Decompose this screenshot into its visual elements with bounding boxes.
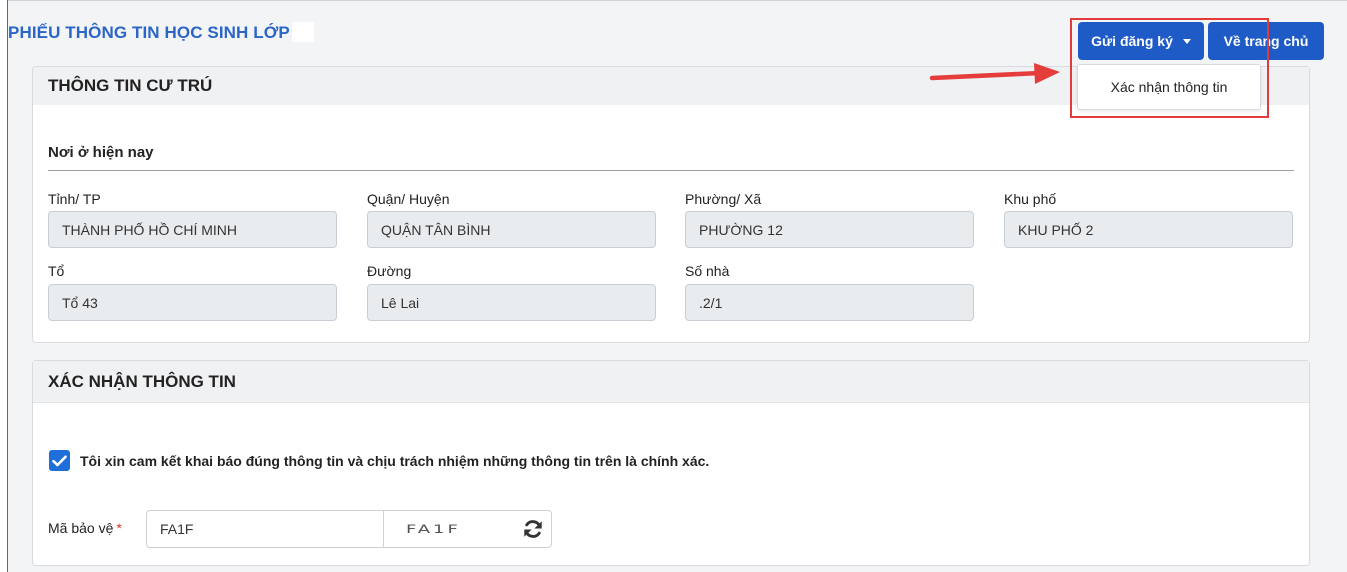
residence-heading: THÔNG TIN CƯ TRÚ <box>33 67 1069 105</box>
street-label: Đường <box>367 263 412 279</box>
required-mark: * <box>116 520 122 536</box>
district-label: Quận/ Huyện <box>367 191 450 207</box>
current-residence-label: Nơi ở hiện nay <box>48 144 154 161</box>
window-edge <box>0 0 8 572</box>
highlight-box <box>1070 18 1269 118</box>
confirm-heading: XÁC NHẬN THÔNG TIN <box>33 361 1309 403</box>
group-field[interactable]: Tổ 43 <box>48 284 337 321</box>
group-label: Tổ <box>48 263 65 279</box>
house-number-field[interactable]: .2/1 <box>685 284 974 321</box>
province-label: Tỉnh/ TP <box>48 191 101 207</box>
province-field[interactable]: THÀNH PHỐ HỒ CHÍ MINH <box>48 211 337 248</box>
section-divider <box>48 170 1294 171</box>
ward-field[interactable]: PHƯỜNG 12 <box>685 211 974 248</box>
quarter-field[interactable]: KHU PHỐ 2 <box>1004 211 1293 248</box>
street-field[interactable]: Lê Lai <box>367 284 656 321</box>
confirm-heading-text: XÁC NHẬN THÔNG TIN <box>48 371 236 391</box>
refresh-icon[interactable] <box>522 518 544 540</box>
commitment-text: Tôi xin cam kết khai báo đúng thông tin … <box>80 453 710 469</box>
residence-heading-text: THÔNG TIN CƯ TRÚ <box>48 76 213 95</box>
district-field[interactable]: QUẬN TÂN BÌNH <box>367 211 656 248</box>
confirm-card: XÁC NHẬN THÔNG TIN Tôi xin cam kết khai … <box>32 360 1310 566</box>
quarter-label: Khu phố <box>1004 191 1057 207</box>
captcha-input[interactable]: FA1F <box>146 510 384 548</box>
house-number-label: Số nhà <box>685 263 730 279</box>
captcha-label: Mã bảo vệ * <box>48 520 122 536</box>
page-title: PHIẾU THÔNG TIN HỌC SINH LỚP <box>8 22 314 43</box>
captcha-label-text: Mã bảo vệ <box>48 520 114 536</box>
page-title-text: PHIẾU THÔNG TIN HỌC SINH LỚP <box>8 23 290 42</box>
commitment-checkbox[interactable] <box>49 450 70 471</box>
arrow-annotation-icon <box>929 63 1060 84</box>
captcha-image-text: FA1F <box>406 522 461 536</box>
redacted-class-box <box>291 22 314 42</box>
ward-label: Phường/ Xã <box>685 191 762 207</box>
check-icon <box>52 455 67 466</box>
